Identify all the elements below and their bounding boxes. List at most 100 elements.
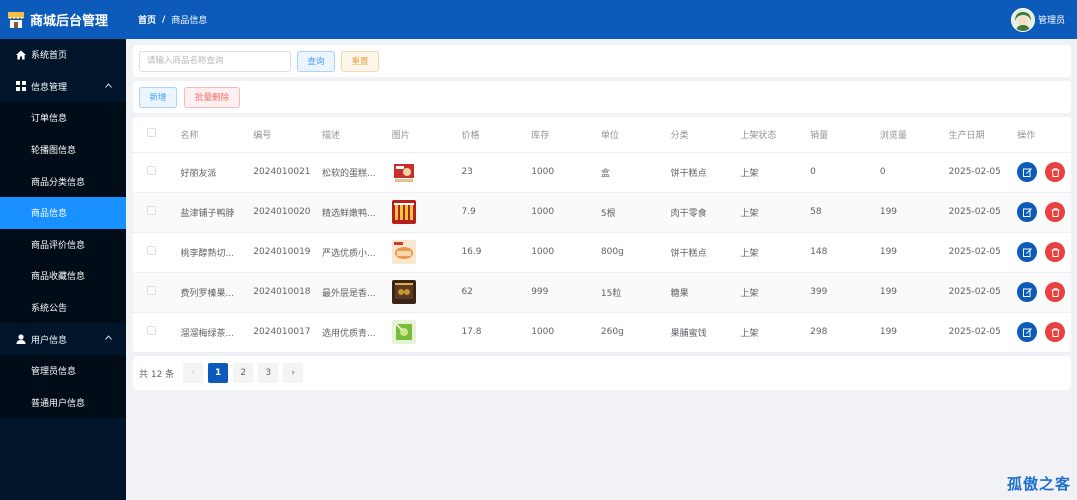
edit-icon [1022, 287, 1032, 297]
product-name: 费列罗榛果... [180, 272, 254, 313]
operation-panel: 新增 批量删除 [133, 81, 1071, 113]
watermark: 孤傲之客 [1006, 475, 1071, 493]
product-image-cell [391, 192, 462, 233]
product-image[interactable] [391, 280, 416, 304]
product-desc: 最外层是香... [321, 272, 392, 313]
sidebar-item-notices[interactable]: 系统公告 [0, 291, 126, 324]
select-all-checkbox[interactable] [147, 128, 156, 138]
product-image-cell [391, 232, 462, 273]
next-page-button[interactable]: › [283, 363, 304, 383]
edit-button[interactable] [1017, 282, 1038, 302]
product-unit: 15粒 [600, 272, 671, 313]
row-checkbox-cell[interactable] [133, 232, 181, 273]
product-desc: 选用优质青... [321, 312, 392, 353]
delete-button[interactable] [1045, 202, 1066, 222]
product-views: 199 [879, 312, 949, 353]
sidebar-item-label: 管理员信息 [31, 367, 77, 378]
product-sales: 58 [810, 192, 880, 233]
sidebar-item-home[interactable]: 系统首页 [0, 39, 126, 71]
edit-button[interactable] [1017, 322, 1038, 342]
sidebar-item-carousel[interactable]: 轮播图信息 [0, 133, 126, 166]
table-row: 桃李醇熟切... 2024010019 严选优质小... 16.9 1000 8… [133, 232, 1071, 273]
delete-button[interactable] [1045, 282, 1066, 302]
product-status: 上架 [740, 192, 811, 233]
breadcrumb-current: 商品信息 [171, 16, 208, 26]
column-header: 描述 [321, 117, 392, 153]
select-all-checkbox-cell[interactable] [133, 117, 181, 153]
row-checkbox-cell[interactable] [133, 312, 181, 353]
user-name[interactable]: 管理员 [1038, 13, 1065, 26]
product-category: 果脯蜜饯 [670, 312, 741, 353]
product-sales: 0 [810, 152, 880, 193]
delete-button[interactable] [1045, 322, 1066, 342]
prev-page-button[interactable]: ‹ [183, 363, 204, 383]
product-unit: 盒 [600, 152, 671, 193]
sidebar-item-orders[interactable]: 订单信息 [0, 102, 126, 134]
product-desc: 严选优质小... [321, 232, 392, 273]
row-checkbox-cell[interactable] [133, 192, 181, 233]
page-button-1[interactable]: 1 [208, 363, 229, 383]
product-image[interactable] [391, 200, 416, 224]
row-checkbox-cell[interactable] [133, 152, 181, 193]
product-image-cell [391, 272, 462, 313]
product-name: 溜溜梅绿茶... [180, 312, 254, 353]
product-date: 2025-02-05 [948, 192, 1018, 233]
user-menu[interactable]: 管理员 [1010, 7, 1065, 32]
row-checkbox[interactable] [147, 206, 156, 215]
query-button[interactable]: 查询 [297, 50, 335, 72]
row-checkbox[interactable] [147, 326, 156, 335]
table-row: 溜溜梅绿茶... 2024010017 选用优质青... 17.8 1000 2… [133, 312, 1071, 353]
column-header: 价格 [461, 117, 532, 153]
product-image[interactable] [391, 240, 416, 264]
home-icon [16, 50, 26, 60]
page-button-2[interactable]: 2 [233, 363, 254, 383]
table-row: 好丽友派 2024010021 松软的蛋糕... 23 1000 盒 饼干糕点 … [133, 152, 1071, 193]
column-header: 库存 [531, 117, 601, 153]
sidebar-group-info-management[interactable]: 信息管理 [0, 71, 126, 103]
row-checkbox[interactable] [147, 246, 156, 255]
sidebar-group-user-info[interactable]: 用户信息 [0, 323, 126, 355]
page-button-3[interactable]: 3 [258, 363, 279, 383]
search-panel: 查询 重置 [133, 45, 1071, 77]
row-checkbox-cell[interactable] [133, 272, 181, 313]
sidebar-item-products[interactable]: 商品信息 [0, 196, 126, 229]
product-desc: 松软的蛋糕... [321, 152, 392, 193]
breadcrumb-home[interactable]: 首页 [138, 13, 156, 26]
batch-delete-button[interactable]: 批量删除 [184, 86, 240, 108]
product-image[interactable] [391, 320, 416, 344]
edit-button[interactable] [1017, 202, 1038, 222]
column-header: 生产日期 [948, 117, 1018, 153]
trash-icon [1051, 207, 1060, 217]
avatar[interactable] [1010, 7, 1035, 32]
actions-cell [1017, 272, 1071, 313]
product-image[interactable] [391, 160, 416, 184]
sidebar: 系统首页 信息管理 订单信息 轮播图信息 商品分类信息 商品信息 商品评价信息 … [0, 39, 126, 500]
product-unit: 260g [600, 312, 671, 353]
sidebar-item-admins[interactable]: 管理员信息 [0, 354, 126, 387]
product-unit: 800g [600, 232, 671, 273]
sidebar-item-label: 系统首页 [31, 51, 68, 62]
delete-button[interactable] [1045, 242, 1066, 262]
product-sales: 148 [810, 232, 880, 273]
table-row: 盐津铺子鸭脖 2024010020 精选鲜嫩鸭... 7.9 1000 5根 肉… [133, 192, 1071, 233]
product-sales: 298 [810, 312, 880, 353]
breadcrumb-separator: / [162, 14, 166, 25]
product-code: 2024010021 [253, 152, 322, 193]
row-checkbox[interactable] [147, 286, 156, 295]
row-checkbox[interactable] [147, 166, 156, 175]
product-code: 2024010019 [253, 232, 322, 273]
product-category: 饼干糕点 [670, 232, 741, 273]
delete-button[interactable] [1045, 162, 1066, 182]
edit-button[interactable] [1017, 242, 1038, 262]
actions-cell [1017, 152, 1071, 193]
product-price: 23 [461, 152, 532, 193]
sidebar-item-favorites[interactable]: 商品收藏信息 [0, 260, 126, 292]
sidebar-item-label: 轮播图信息 [31, 146, 77, 157]
edit-button[interactable] [1017, 162, 1038, 182]
sidebar-item-categories[interactable]: 商品分类信息 [0, 165, 126, 197]
sidebar-item-reviews[interactable]: 商品评价信息 [0, 228, 126, 261]
reset-button[interactable]: 重置 [341, 50, 379, 72]
sidebar-item-users[interactable]: 普通用户信息 [0, 386, 126, 419]
search-input[interactable] [139, 50, 291, 72]
add-button[interactable]: 新增 [139, 86, 177, 108]
